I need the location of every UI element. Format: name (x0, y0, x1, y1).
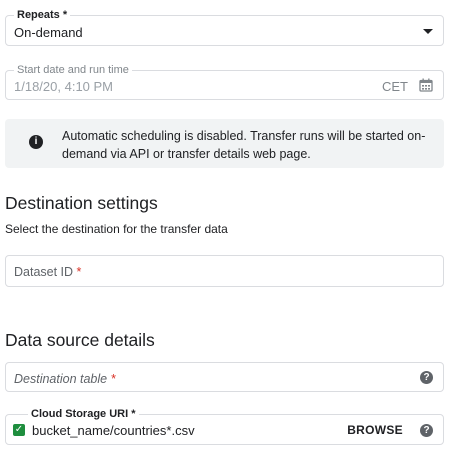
repeats-select[interactable]: Repeats * On-demand (5, 8, 444, 46)
repeats-label: Repeats * (14, 8, 71, 22)
start-date-value: 1/18/20, 4:10 PM (14, 79, 114, 94)
cloud-storage-uri-field[interactable]: Cloud Storage URI * ✓ bucket_name/countr… (5, 407, 444, 445)
cloud-storage-uri-label: Cloud Storage URI * (28, 407, 139, 421)
start-date-label: Start date and run time (14, 63, 132, 77)
start-date-field[interactable]: Start date and run time 1/18/20, 4:10 PM… (5, 63, 444, 100)
check-icon: ✓ (13, 424, 25, 436)
info-icon: i (29, 135, 43, 149)
cloud-storage-uri-value: bucket_name/countries*.csv (32, 423, 195, 438)
dataset-id-placeholder: Dataset ID * (14, 265, 82, 279)
help-icon[interactable]: ? (420, 424, 433, 437)
destination-table-placeholder: Destination table * (14, 372, 116, 386)
data-source-details-heading: Data source details (5, 330, 155, 350)
scheduling-info-text: Automatic scheduling is disabled. Transf… (62, 129, 426, 161)
calendar-icon[interactable] (419, 78, 433, 92)
destination-settings-heading: Destination settings (5, 193, 158, 213)
destination-settings-subtitle: Select the destination for the transfer … (5, 222, 228, 236)
browse-button[interactable]: BROWSE (347, 423, 403, 437)
dataset-id-field[interactable]: Dataset ID * (5, 255, 444, 287)
help-icon[interactable]: ? (420, 371, 433, 384)
dropdown-arrow-icon[interactable] (423, 29, 433, 34)
scheduling-info-box: i Automatic scheduling is disabled. Tran… (5, 119, 444, 168)
repeats-value: On-demand (14, 25, 83, 40)
timezone-label: CET (382, 79, 408, 94)
destination-table-field[interactable]: Destination table * ? (5, 362, 444, 392)
